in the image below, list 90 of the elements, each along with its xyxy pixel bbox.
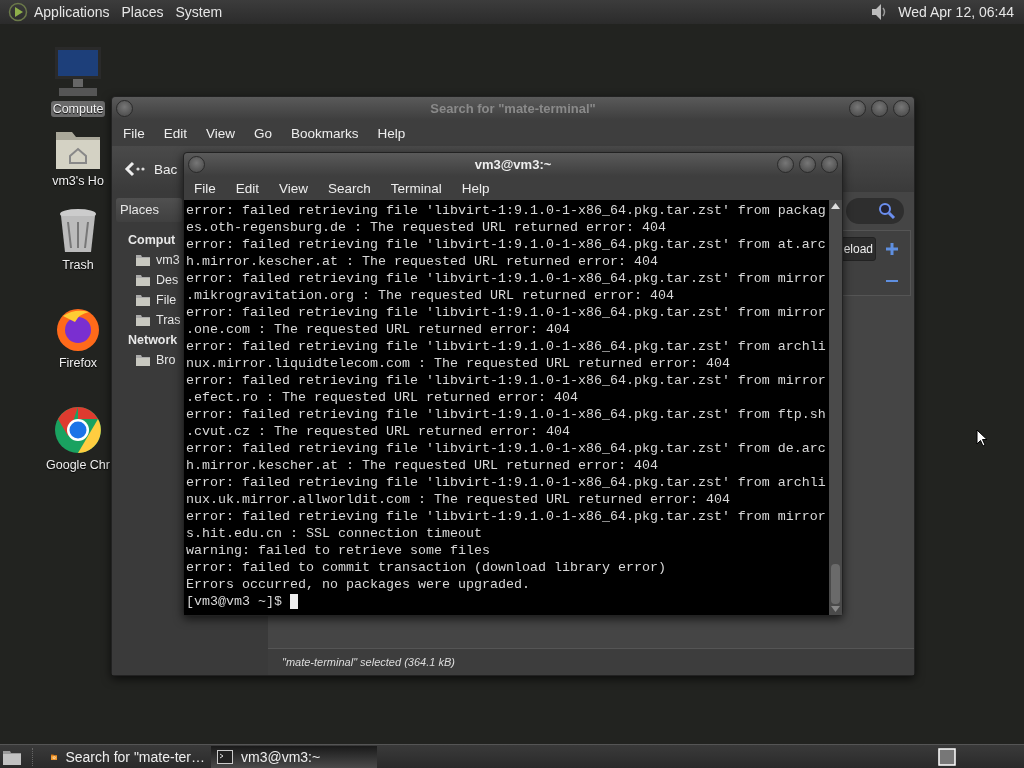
desktop-icon-label[interactable]: Compute (50, 101, 106, 117)
terminal-line: error: failed retrieving file 'libvirt-1:9.1.0-1-x86_64.pkg.tar.zst' from packag (186, 202, 827, 219)
terminal-line: error: failed retrieving file 'libvirt-1:9.1.0-1-x86_64.pkg.tar.zst' from archli (186, 474, 827, 491)
folder-icon (136, 354, 150, 366)
sidebar-item[interactable]: File (136, 290, 177, 310)
text-cursor (290, 594, 298, 609)
mouse-pointer-icon (976, 429, 988, 447)
maximize-button[interactable] (799, 156, 816, 173)
menu-item[interactable]: View (279, 180, 309, 196)
terminal-line: error: failed retrieving file 'libvirt-1:9.1.0-1-x86_64.pkg.tar.zst' from mirror (186, 304, 827, 321)
menu-item[interactable]: Help (461, 180, 490, 196)
panel-menu[interactable]: System (175, 4, 223, 20)
sidebar-item[interactable]: Bro (136, 350, 176, 370)
sidebar-item[interactable]: vm3 (136, 250, 180, 270)
terminal-line: error: failed retrieving file 'libvirt-1:9.1.0-1-x86_64.pkg.tar.zst' from mirror (186, 270, 827, 287)
terminal-line: error: failed retrieving file 'libvirt-1:9.1.0-1-x86_64.pkg.tar.zst' from de.arc (186, 440, 827, 457)
minimize-button[interactable] (849, 100, 866, 117)
terminal-line: error: failed to commit transaction (download library error) (186, 559, 667, 576)
folder-icon (136, 274, 150, 286)
places-dropdown[interactable]: Places (116, 198, 182, 222)
terminal-line: es.oth-regensburg.de : The requested URL returned error: 404 (186, 219, 667, 236)
sidebar-heading: Network (128, 332, 178, 349)
scroll-down-icon[interactable] (831, 606, 840, 612)
terminal-line: error: failed retrieving file 'libvirt-1:9.1.0-1-x86_64.pkg.tar.zst' from mirror (186, 372, 827, 389)
menu-item[interactable]: Edit (235, 180, 260, 196)
window-menu-button[interactable] (188, 156, 205, 173)
terminal-line: error: failed retrieving file 'libvirt-1:9.1.0-1-x86_64.pkg.tar.zst' from mirror (186, 508, 827, 525)
folder-icon (136, 314, 150, 326)
menu-item[interactable]: Terminal (390, 180, 442, 196)
terminal-line: nux.uk.mirror.allworldit.com : The requested URL returned error: 404 (186, 491, 731, 508)
back-arrow-icon (124, 161, 146, 177)
desktop-icon-label[interactable]: Google Chr (44, 457, 112, 473)
computer-icon[interactable] (53, 46, 103, 98)
scroll-thumb[interactable] (831, 564, 840, 604)
trash-icon[interactable] (58, 208, 98, 254)
taskbar-button[interactable]: vm3@vm3:~ (211, 745, 377, 768)
desktop-icon-label[interactable]: Trash (60, 257, 96, 273)
firefox-icon[interactable] (55, 306, 101, 352)
scrollbar[interactable] (829, 200, 842, 615)
terminal-line: warning: failed to retrieve some files (186, 542, 491, 559)
panel-menu[interactable]: Applications (34, 4, 110, 20)
terminal-line: h.mirror.kescher.at : The requested URL returned error: 404 (186, 457, 659, 474)
folder-icon (136, 254, 150, 266)
terminal-line: error: failed retrieving file 'libvirt-1:9.1.0-1-x86_64.pkg.tar.zst' from ftp.sh (186, 406, 827, 423)
window-title: vm3@vm3:~ (474, 157, 552, 172)
taskbar-button[interactable]: Search for "mate-ter… (45, 745, 211, 768)
sidebar-heading: Comput (128, 232, 176, 249)
terminal-line: .mikrogravitation.org : The requested URL returned error: 404 (186, 287, 675, 304)
menu-item[interactable]: File (123, 125, 145, 141)
terminal-line: nux.mirror.liquidtelecom.com : The requested URL returned error: 404 (186, 355, 731, 372)
close-button[interactable] (893, 100, 910, 117)
terminal-line: s.hit.edu.cn : SSL connection timeout (186, 525, 483, 542)
workspace-switcher-icon[interactable] (938, 747, 956, 766)
menu-item[interactable]: Bookmarks (291, 125, 359, 141)
terminal-line: .cvut.cz : The requested URL returned error: 404 (186, 423, 571, 440)
shell-prompt: [vm3@vm3 ~]$ (186, 593, 282, 610)
menu-item[interactable]: View (206, 125, 236, 141)
sidebar-item[interactable]: Tras (136, 310, 181, 330)
terminal-line: error: failed retrieving file 'libvirt-1:9.1.0-1-x86_64.pkg.tar.zst' from archli (186, 338, 827, 355)
close-button[interactable] (821, 156, 838, 173)
terminal-icon (217, 749, 233, 764)
menu-item[interactable]: Edit (163, 125, 188, 141)
terminal-line: h.mirror.kescher.at : The requested URL returned error: 404 (186, 253, 659, 270)
terminal-line: Errors occurred, no packages were upgraded. (186, 576, 531, 593)
desktop-icon-label[interactable]: Firefox (56, 355, 100, 371)
remove-icon[interactable] (886, 279, 898, 283)
add-icon[interactable] (886, 243, 898, 255)
window-title: Search for "mate-terminal" (430, 101, 596, 116)
menu-item[interactable]: Help (377, 125, 406, 141)
desktop-icon-label[interactable]: vm3's Ho (50, 173, 106, 189)
sidebar-item[interactable]: Des (136, 270, 179, 290)
maximize-button[interactable] (871, 100, 888, 117)
chrome-icon[interactable] (54, 406, 102, 454)
menu-item[interactable]: Search (328, 180, 371, 196)
terminal-line: error: failed retrieving file 'libvirt-1:9.1.0-1-x86_64.pkg.tar.zst' from at.arc (186, 236, 827, 253)
status-text: "mate-terminal" selected (364.1 kB) (282, 656, 455, 668)
search-field[interactable] (846, 198, 904, 224)
terminal-line: .efect.ro : The requested URL returned error: 404 (186, 389, 579, 406)
panel-menu[interactable]: Places (121, 4, 164, 20)
search-icon (878, 202, 896, 220)
logo-icon[interactable] (8, 2, 28, 22)
scroll-up-icon[interactable] (831, 203, 840, 209)
folder-icon (136, 294, 150, 306)
clock[interactable]: Wed Apr 12, 06:44 (898, 4, 1014, 20)
menu-item[interactable]: File (194, 180, 216, 196)
minimize-button[interactable] (777, 156, 794, 173)
terminal-line: .one.com : The requested URL returned error: 404 (186, 321, 571, 338)
menu-item[interactable]: Go (254, 125, 273, 141)
window-menu-button[interactable] (116, 100, 133, 117)
back-button[interactable]: Bac (120, 157, 182, 181)
